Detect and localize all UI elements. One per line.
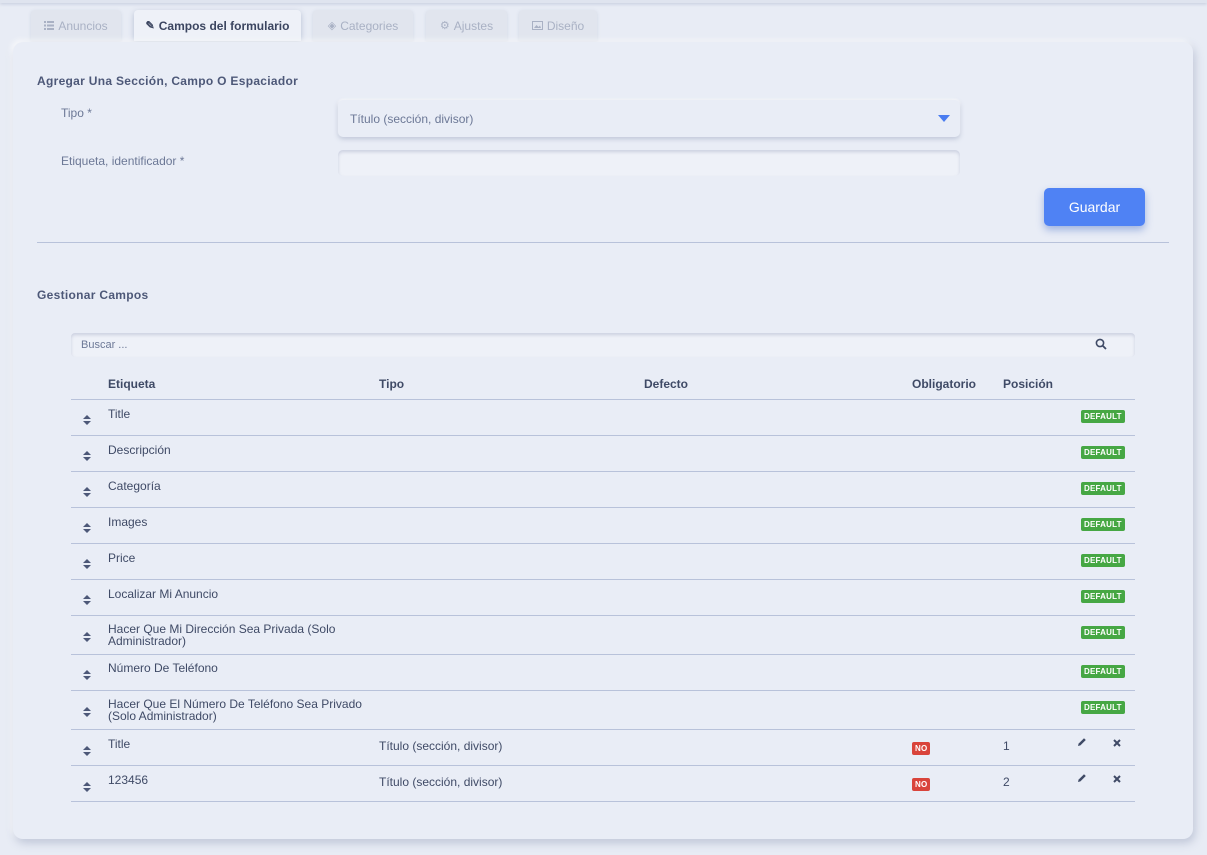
section-divider: [37, 242, 1169, 243]
row-label: Número De Teléfono: [108, 661, 218, 675]
table-row: 123456 Título (sección, divisor) NO 2: [71, 766, 1135, 802]
label-identifier-label: Etiqueta, identificador *: [61, 154, 185, 168]
table-row: Images DEFAULT: [71, 508, 1135, 544]
row-type: Título (sección, divisor): [379, 739, 503, 753]
row-label: Localizar Mi Anuncio: [108, 587, 219, 601]
default-badge: DEFAULT: [1081, 665, 1125, 678]
column-header-position[interactable]: Posición: [1003, 377, 1053, 391]
sort-handle-icon[interactable]: [83, 782, 91, 792]
tab-diseno[interactable]: Diseño: [519, 10, 597, 41]
row-label: Title: [108, 737, 131, 751]
table-row: Hacer Que Mi Dirección Sea Privada (Solo…: [71, 616, 1135, 655]
search-input[interactable]: [71, 333, 1091, 357]
table-row: Categoría DEFAULT: [71, 472, 1135, 508]
search-icon[interactable]: [1095, 338, 1107, 350]
column-header-required[interactable]: Obligatorio: [912, 377, 976, 391]
default-badge: DEFAULT: [1081, 590, 1125, 603]
default-badge: DEFAULT: [1081, 626, 1125, 639]
table-row: Localizar Mi Anuncio DEFAULT: [71, 580, 1135, 616]
tab-label: Ajustes: [453, 18, 494, 33]
tab-ajustes[interactable]: ⚙ Ajustes: [426, 10, 507, 41]
type-select[interactable]: Título (sección, divisor): [338, 100, 960, 137]
row-label: Descripción: [108, 443, 171, 457]
save-button[interactable]: Guardar: [1044, 188, 1145, 226]
sort-handle-icon[interactable]: [83, 632, 91, 642]
sort-handle-icon[interactable]: [83, 595, 91, 605]
column-header-label[interactable]: Etiqueta: [108, 377, 155, 391]
sort-handle-icon[interactable]: [83, 523, 91, 533]
label-identifier-input[interactable]: [338, 150, 960, 176]
delete-x-icon[interactable]: [1112, 738, 1122, 748]
tab-campos-del-formulario[interactable]: ✎ Campos del formulario: [134, 10, 301, 41]
type-label: Tipo *: [61, 106, 92, 120]
row-label: Hacer Que El Número De Teléfono Sea Priv…: [108, 697, 362, 723]
edit-pencil-icon[interactable]: [1077, 737, 1087, 747]
row-label: Title: [108, 407, 131, 421]
table-row: Hacer Que El Número De Teléfono Sea Priv…: [71, 691, 1135, 730]
row-label: 123456: [108, 773, 149, 787]
fields-table: Etiqueta Tipo Defecto Obligatorio Posici…: [71, 367, 1135, 802]
top-strip: [0, 0, 1207, 3]
row-type: Título (sección, divisor): [379, 775, 503, 789]
image-icon: [531, 21, 543, 30]
tab-label: Diseño: [546, 18, 585, 33]
row-label: Hacer Que Mi Dirección Sea Privada (Solo…: [108, 622, 336, 648]
list-icon: [44, 21, 55, 30]
sort-handle-icon[interactable]: [83, 559, 91, 569]
search-box: [71, 333, 1135, 357]
row-label: Images: [108, 515, 148, 529]
default-badge: DEFAULT: [1081, 554, 1125, 567]
default-badge: DEFAULT: [1081, 482, 1125, 495]
default-badge: DEFAULT: [1081, 410, 1125, 423]
manage-fields-title: Gestionar Campos: [37, 288, 149, 302]
default-badge: DEFAULT: [1081, 446, 1125, 459]
add-section-title: Agregar Una Sección, Campo O Espaciador: [37, 74, 299, 88]
sort-handle-icon[interactable]: [83, 670, 91, 680]
table-row: Price DEFAULT: [71, 544, 1135, 580]
row-label: Price: [108, 551, 136, 565]
paperclip-icon: ✎: [145, 20, 155, 32]
row-position: 1: [1003, 739, 1010, 753]
gears-icon: ⚙: [439, 20, 450, 32]
tab-label: Anuncios: [58, 18, 108, 33]
sort-handle-icon[interactable]: [83, 746, 91, 756]
sort-handle-icon[interactable]: [83, 487, 91, 497]
table-row: Descripción DEFAULT: [71, 436, 1135, 472]
default-badge: DEFAULT: [1081, 518, 1125, 531]
caret-down-icon: [938, 115, 950, 122]
tab-label: Categories: [340, 18, 399, 33]
row-position: 2: [1003, 775, 1010, 789]
table-header: Etiqueta Tipo Defecto Obligatorio Posici…: [71, 367, 1135, 400]
row-label: Categoría: [108, 479, 161, 493]
tab-categories[interactable]: ◈ Categories: [313, 10, 413, 41]
table-row: Title Título (sección, divisor) NO 1: [71, 730, 1135, 766]
sort-handle-icon[interactable]: [83, 707, 91, 717]
edit-pencil-icon[interactable]: [1077, 773, 1087, 783]
required-badge: NO: [912, 778, 931, 791]
tab-anuncios[interactable]: Anuncios: [31, 10, 121, 41]
tags-icon: ◈: [327, 20, 337, 32]
required-badge: NO: [912, 742, 931, 755]
table-row: Title DEFAULT: [71, 400, 1135, 436]
type-select-value: Título (sección, divisor): [350, 111, 474, 126]
table-row: Número De Teléfono DEFAULT: [71, 655, 1135, 691]
sort-handle-icon[interactable]: [83, 415, 91, 425]
default-badge: DEFAULT: [1081, 701, 1125, 714]
sort-handle-icon[interactable]: [83, 451, 91, 461]
column-header-type[interactable]: Tipo: [379, 377, 404, 391]
form-fields-panel: Agregar Una Sección, Campo O Espaciador …: [13, 42, 1193, 839]
column-header-default[interactable]: Defecto: [644, 377, 688, 391]
delete-x-icon[interactable]: [1112, 774, 1122, 784]
tab-label: Campos del formulario: [158, 18, 290, 33]
